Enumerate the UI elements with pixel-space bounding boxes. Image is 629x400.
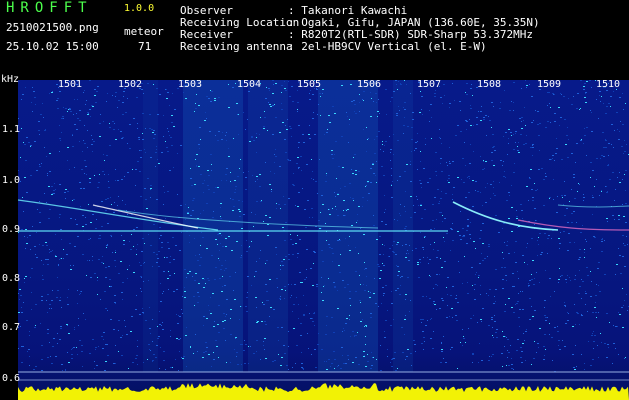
y-axis: [0, 72, 18, 400]
app-version: 1.0.0: [124, 3, 155, 14]
x-tick-label: 1509: [537, 79, 562, 90]
header-panel: HROFFT 1.0.0 2510021500.png meteor 25.10…: [0, 0, 629, 72]
x-tick-label: 1503: [178, 79, 203, 90]
x-tick-label: 1505: [297, 79, 322, 90]
spectrogram: [18, 80, 629, 400]
date-time: 25.10.02 15:00: [6, 40, 99, 53]
y-axis-unit: kHz: [1, 74, 20, 85]
y-tick-label: 0.8: [2, 273, 21, 284]
file-name: 2510021500.png: [6, 21, 99, 34]
x-tick-label: 1508: [477, 79, 502, 90]
y-tick-label: 0.9: [2, 224, 21, 235]
y-tick-label: 1.0: [2, 175, 21, 186]
app-title: HROFFT: [6, 0, 93, 16]
y-tick-label: 1.1: [2, 124, 21, 135]
x-tick-label: 1504: [237, 79, 262, 90]
antenna-value: : 2el-HB9CV Vertical (el. E-W): [288, 40, 487, 53]
x-tick-label: 1502: [118, 79, 143, 90]
x-tick-label: 1501: [58, 79, 83, 90]
spectrogram-canvas: [18, 80, 629, 400]
antenna-label: Receiving antenna: [180, 40, 293, 53]
y-tick-label: 0.7: [2, 322, 21, 333]
y-tick-label: 0.6: [2, 373, 21, 384]
meteor-label: meteor: [124, 25, 164, 38]
meteor-count: 71: [138, 40, 152, 53]
x-tick-label: 1506: [357, 79, 382, 90]
x-tick-label: 1507: [417, 79, 442, 90]
x-tick-label: 1510: [596, 79, 621, 90]
